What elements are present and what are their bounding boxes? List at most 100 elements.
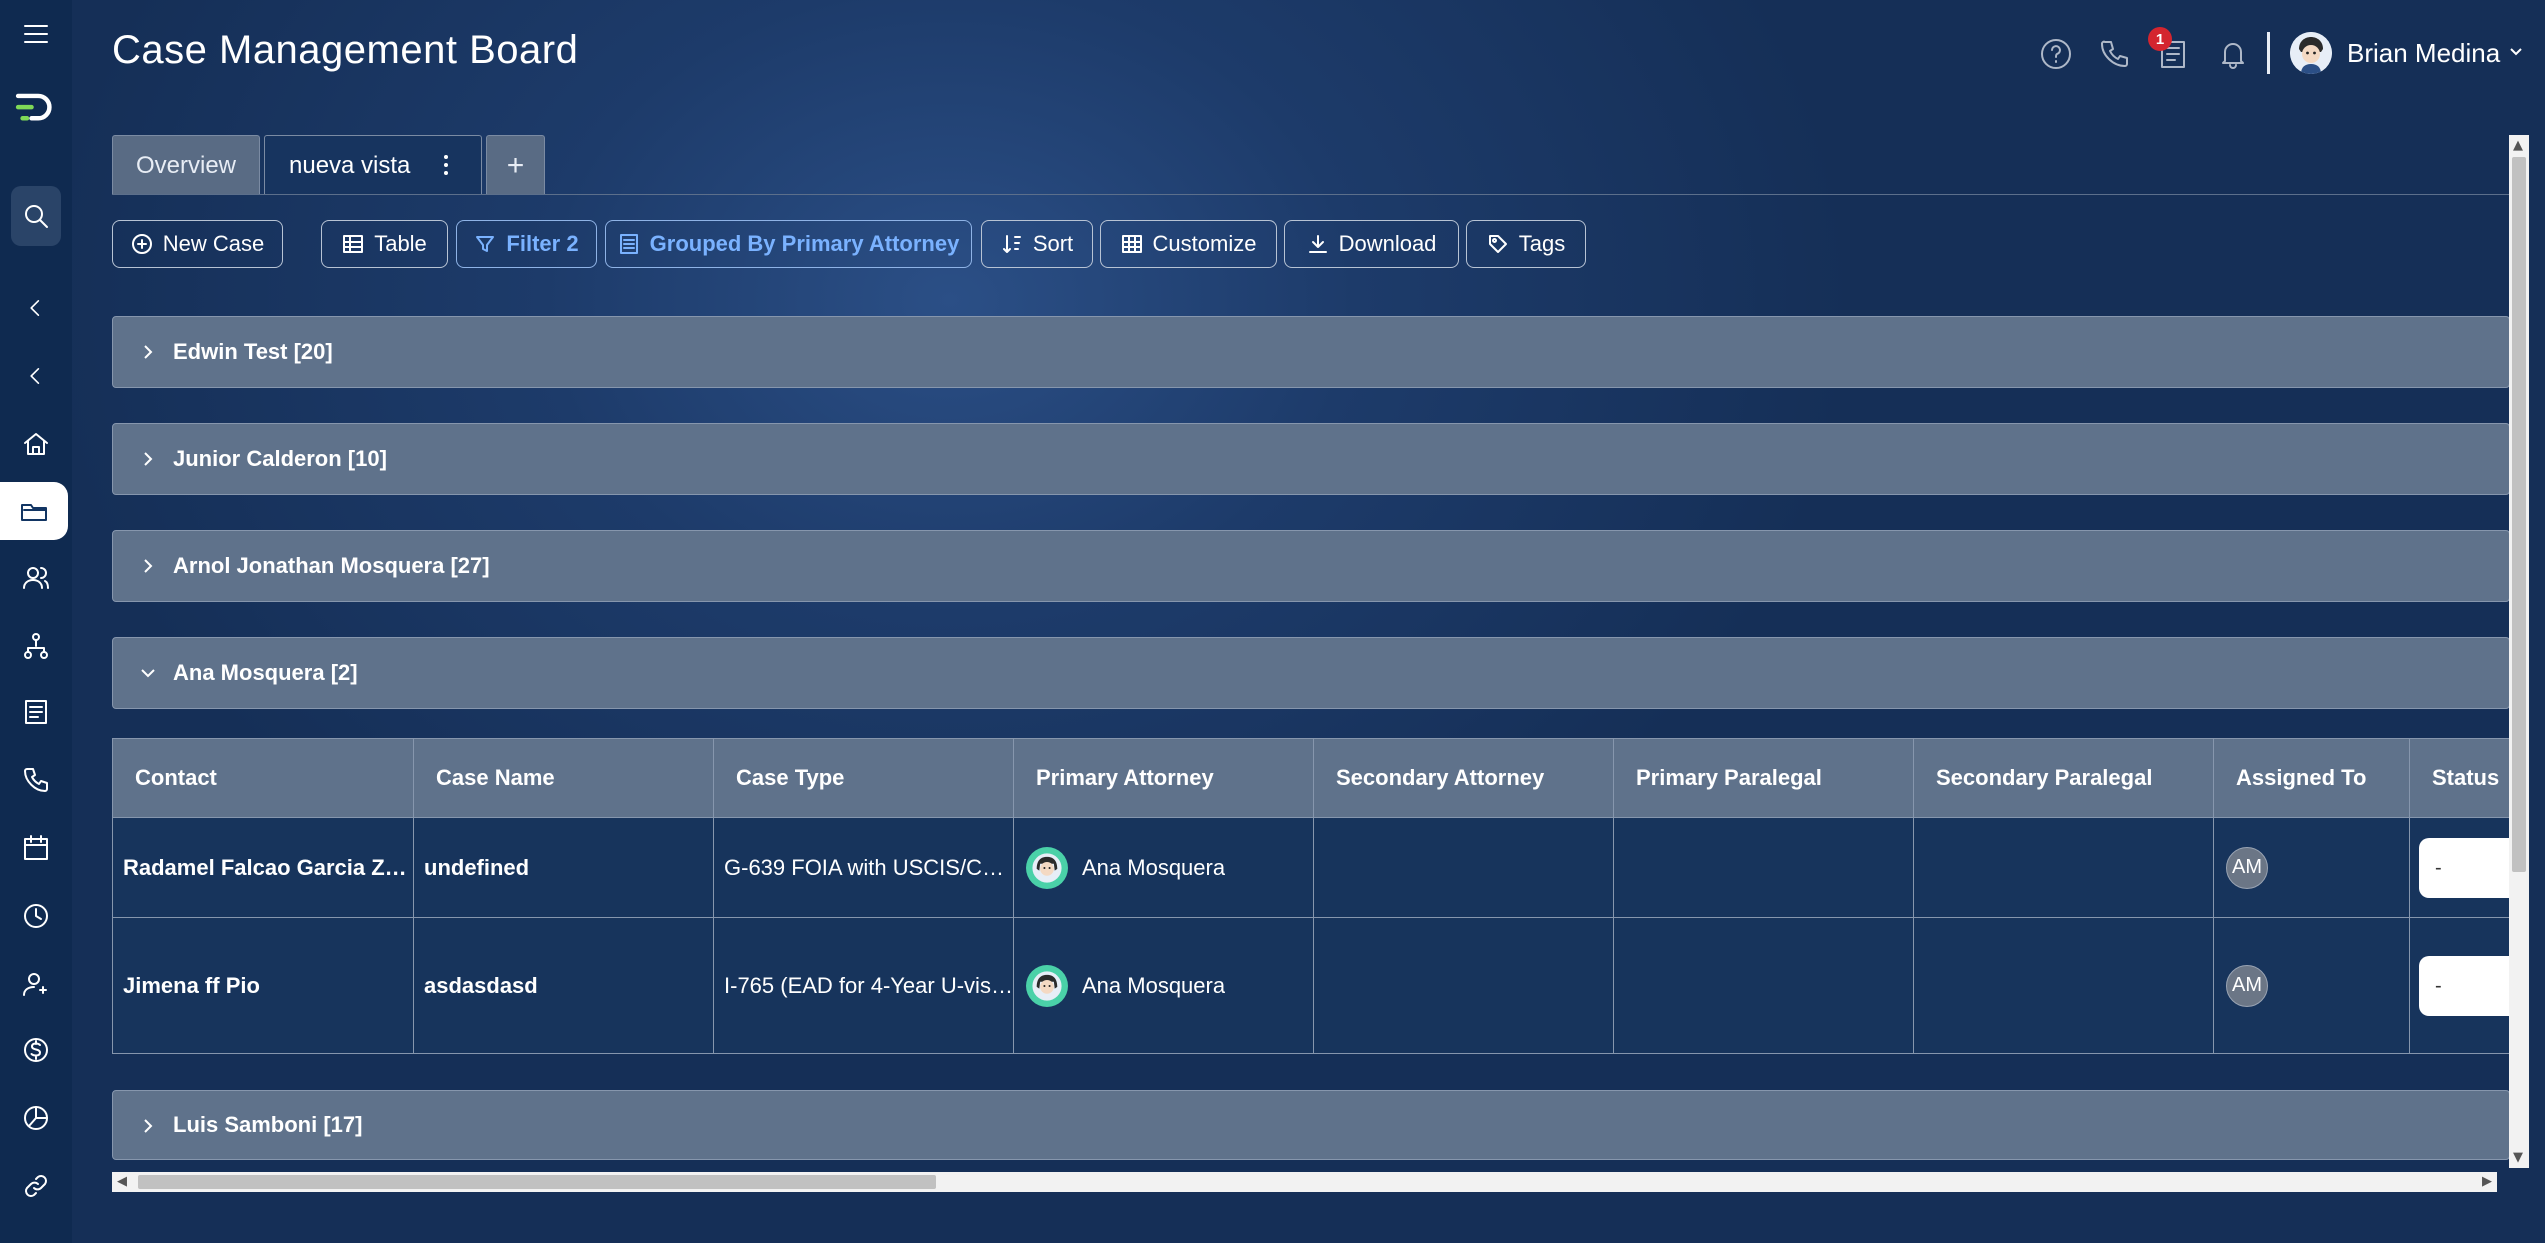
menu-icon[interactable]	[0, 6, 72, 62]
customize-icon	[1121, 235, 1142, 253]
group-label: Junior Calderon [10]	[173, 446, 387, 471]
group-label: Luis Samboni [17]	[173, 1112, 363, 1137]
assignee-avatar[interactable]: AM	[2226, 846, 2268, 889]
tab-overview[interactable]: Overview	[112, 135, 260, 195]
phone-icon[interactable]	[2094, 34, 2134, 74]
scroll-right-arrow-icon[interactable]: ▶	[2482, 1174, 2492, 1189]
chevron-right-icon	[139, 343, 157, 361]
chevron-right-icon	[139, 557, 157, 575]
new-case-label: New Case	[162, 231, 265, 256]
contacts-icon[interactable]	[0, 550, 72, 606]
download-button[interactable]: Download	[1284, 220, 1459, 268]
add-tab-button[interactable]: +	[486, 135, 545, 195]
group-row-luis-samboni[interactable]: Luis Samboni [17]	[112, 1090, 2510, 1160]
group-label: Arnol Jonathan Mosquera [27]	[173, 553, 490, 578]
cell-contact[interactable]: Jimena ff Pio	[113, 918, 414, 1053]
sort-icon	[1002, 235, 1021, 253]
vertical-scrollbar[interactable]: ▲ ▼	[2509, 135, 2529, 1168]
column-header-contact[interactable]: Contact	[113, 739, 414, 817]
logo-icon[interactable]	[0, 78, 72, 134]
time-icon[interactable]	[0, 888, 72, 944]
status-select[interactable]: -	[2419, 956, 2509, 1016]
table-row[interactable]: Jimena ff Pio asdasdasd I-765 (EAD for 4…	[113, 917, 2509, 1053]
column-header-assigned-to[interactable]: Assigned To	[2214, 739, 2410, 817]
attorney-avatar	[1026, 846, 1068, 889]
column-header-secondary-paralegal[interactable]: Secondary Paralegal	[1914, 739, 2214, 817]
horizontal-scroll-thumb[interactable]	[138, 1175, 936, 1189]
chevron-down-icon	[139, 664, 157, 682]
vertical-scroll-thumb[interactable]	[2512, 157, 2526, 872]
more-vertical-icon[interactable]	[441, 152, 451, 178]
assignee-avatar[interactable]: AM	[2226, 964, 2268, 1007]
cell-case-name[interactable]: undefined	[414, 818, 714, 917]
page-title: Case Management Board	[112, 28, 579, 72]
cell-case-type: I-765 (EAD for 4-Year U-visa...	[714, 918, 1014, 1053]
cases-table: Contact Case Name Case Type Primary Atto…	[112, 738, 2510, 1054]
cases-folder-icon[interactable]	[0, 482, 68, 540]
cell-secondary-attorney	[1314, 918, 1614, 1053]
column-header-case-name[interactable]: Case Name	[414, 739, 714, 817]
customize-label: Customize	[1152, 231, 1257, 256]
cell-assigned-to: AM	[2214, 818, 2410, 917]
table-view-button[interactable]: Table	[321, 220, 448, 268]
group-row-ana-mosquera[interactable]: Ana Mosquera [2]	[112, 637, 2510, 709]
billing-icon[interactable]	[0, 1022, 72, 1078]
chevron-down-icon[interactable]	[2508, 44, 2524, 60]
filter-button[interactable]: Filter 2	[456, 220, 597, 268]
user-avatar[interactable]	[2290, 32, 2332, 74]
group-row-junior-calderon[interactable]: Junior Calderon [10]	[112, 423, 2510, 495]
help-icon[interactable]	[2036, 34, 2076, 74]
user-name[interactable]: Brian Medina	[2347, 38, 2500, 69]
scroll-up-arrow-icon[interactable]: ▲	[2513, 138, 2523, 153]
calendar-icon[interactable]	[0, 820, 72, 876]
column-header-secondary-attorney[interactable]: Secondary Attorney	[1314, 739, 1614, 817]
customize-button[interactable]: Customize	[1100, 220, 1277, 268]
column-header-status[interactable]: Status	[2410, 739, 2509, 817]
back-icon[interactable]	[0, 348, 72, 404]
cell-secondary-paralegal	[1914, 818, 2214, 917]
cell-contact[interactable]: Radamel Falcao Garcia Zar...	[113, 818, 414, 917]
group-row-edwin-test[interactable]: Edwin Test [20]	[112, 316, 2510, 388]
cell-primary-attorney: Ana Mosquera	[1014, 818, 1314, 917]
collapse-icon[interactable]	[0, 280, 72, 336]
table-icon	[343, 235, 364, 253]
chevron-right-icon	[139, 1117, 157, 1135]
scroll-left-arrow-icon[interactable]: ◀	[117, 1174, 127, 1189]
new-case-button[interactable]: New Case	[112, 220, 283, 268]
tab-nueva-vista[interactable]: nueva vista	[264, 135, 482, 195]
cell-case-name[interactable]: asdasdasd	[414, 918, 714, 1053]
workflow-icon[interactable]	[0, 618, 72, 674]
plus-circle-icon	[131, 234, 152, 254]
cell-secondary-attorney	[1314, 818, 1614, 917]
table-row[interactable]: Radamel Falcao Garcia Zar... undefined G…	[113, 817, 2509, 917]
link-icon[interactable]	[0, 1158, 72, 1214]
filter-icon	[476, 236, 495, 252]
download-label: Download	[1338, 231, 1437, 256]
attorney-avatar	[1026, 964, 1068, 1007]
table-header: Contact Case Name Case Type Primary Atto…	[113, 739, 2509, 817]
phone-icon[interactable]	[0, 752, 72, 808]
group-by-button[interactable]: Grouped By Primary Attorney	[605, 220, 972, 268]
user-settings-icon[interactable]	[0, 956, 72, 1012]
column-header-primary-attorney[interactable]: Primary Attorney	[1014, 739, 1314, 817]
forms-icon[interactable]	[0, 684, 72, 740]
column-header-case-type[interactable]: Case Type	[714, 739, 1014, 817]
group-row-arnol-jonathan-mosquera[interactable]: Arnol Jonathan Mosquera [27]	[112, 530, 2510, 602]
tag-icon	[1488, 235, 1507, 253]
sort-label: Sort	[1032, 231, 1074, 256]
home-icon[interactable]	[0, 416, 72, 472]
notification-badge: 1	[2148, 27, 2172, 51]
sort-button[interactable]: Sort	[981, 220, 1093, 268]
bell-icon[interactable]	[2213, 34, 2253, 74]
horizontal-scrollbar[interactable]: ◀ ▶	[112, 1172, 2497, 1192]
group-by-label: Grouped By Primary Attorney	[649, 231, 960, 256]
cell-primary-paralegal	[1614, 818, 1914, 917]
scroll-down-arrow-icon[interactable]: ▼	[2513, 1150, 2523, 1165]
reports-icon[interactable]	[0, 1090, 72, 1146]
download-icon	[1308, 235, 1327, 253]
search-icon[interactable]	[11, 186, 61, 246]
tags-button[interactable]: Tags	[1466, 220, 1586, 268]
status-select[interactable]: -	[2419, 838, 2509, 898]
table-label: Table	[374, 231, 427, 256]
column-header-primary-paralegal[interactable]: Primary Paralegal	[1614, 739, 1914, 817]
